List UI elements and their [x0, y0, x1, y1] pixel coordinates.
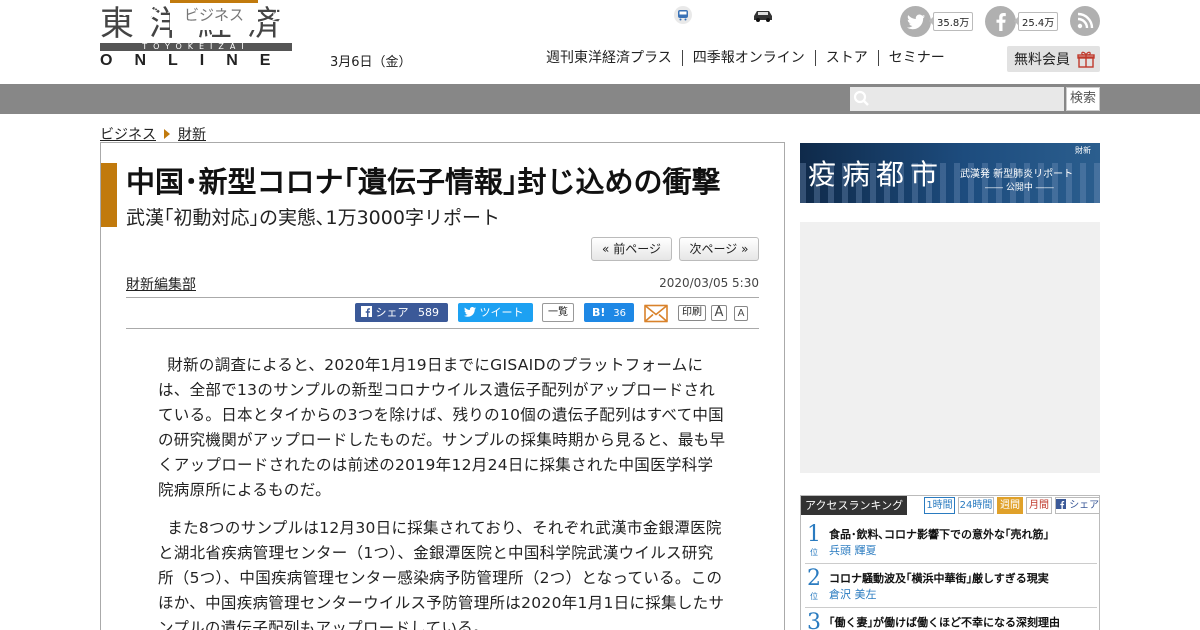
breadcrumb-caixin[interactable]: 財新	[178, 124, 206, 144]
rank-title[interactable]: コロナ騒動波及｢横浜中華街｣厳しすぎる現実	[829, 570, 1049, 586]
rank-number: 3	[807, 610, 821, 630]
facebook-icon	[361, 306, 372, 317]
divider	[126, 328, 759, 329]
article-subtitle: 武漢｢初動対応｣の実態､1万3000字リポート	[126, 207, 500, 229]
gift-icon	[1077, 51, 1095, 68]
train-icon	[674, 6, 692, 24]
top-link-weekly[interactable]: 週刊東洋経済プラス	[536, 50, 682, 66]
top-link-store[interactable]: ストア	[814, 50, 878, 66]
search-button[interactable]: 検索	[1066, 87, 1100, 111]
search-icon	[853, 90, 869, 106]
rank-unit: 位	[810, 592, 818, 601]
top-link-seminar[interactable]: セミナー	[877, 50, 955, 66]
logo-online: ONLINE	[100, 52, 293, 69]
ranking-tab-share-label: シェア	[1069, 500, 1100, 511]
free-member-label: 無料会員	[1014, 52, 1070, 68]
access-ranking: アクセスランキング 1時間 24時間 週間 月間 シェア 1 位 食品･飲料､コ…	[800, 495, 1100, 630]
nav-life[interactable]: ライフ	[603, 0, 648, 30]
rank-number: 2	[807, 566, 821, 591]
rank-title[interactable]: ｢働く妻｣が働けば働くほど不幸になる深刻理由	[829, 614, 1060, 630]
banner-status: ―― 公開中 ――	[985, 183, 1054, 193]
ranking-heading: アクセスランキング	[801, 496, 907, 515]
top-link-shikiho[interactable]: 四季報オンライン	[681, 50, 815, 66]
rank-author[interactable]: 倉沢 美左	[829, 586, 877, 602]
ranking-tab-1h[interactable]: 1時間	[924, 497, 955, 514]
twitter-icon[interactable]	[900, 6, 931, 37]
nav-top[interactable]: トップ	[113, 0, 158, 30]
special-report-banner[interactable]: 疫病都市 武漢発 新型肺炎リポート ―― 公開中 ―― 財新	[800, 143, 1100, 203]
article-paragraph: 財新の調査によると、2020年1月19日までにGISAIDのプラットフォームには…	[158, 356, 726, 499]
rank-unit: 位	[810, 548, 818, 557]
ranking-tab-share[interactable]: シェア	[1055, 497, 1100, 514]
hatena-count: 36	[613, 308, 626, 319]
article-paragraph: また8つのサンプルは12月30日に採集されており、それぞれ武漢市金銀潭医院と湖北…	[158, 519, 725, 630]
twitter-count: 35.8万	[928, 12, 974, 31]
mail-icon[interactable]	[644, 304, 668, 323]
breadcrumb-business[interactable]: ビジネス	[100, 124, 156, 144]
banner-tag: 財新	[1075, 146, 1091, 155]
banner-title: 疫病都市	[808, 158, 945, 191]
prev-page-button[interactable]: « 前ページ	[591, 237, 672, 261]
nav-market[interactable]: マーケット	[373, 0, 448, 30]
ranking-item[interactable]: 2 位 コロナ騒動波及｢横浜中華街｣厳しすぎる現実 倉沢 美左	[805, 564, 1097, 608]
rank-author[interactable]: 兵頭 輝夏	[829, 542, 877, 558]
next-page-button[interactable]: 次ページ »	[679, 237, 759, 261]
breadcrumb: ビジネス 財新	[100, 124, 206, 144]
nav-railway-label: 鉄道	[695, 6, 726, 24]
ranking-item[interactable]: 3 ｢働く妻｣が働けば働くほど不幸になる深刻理由	[805, 608, 1097, 630]
twitter-icon	[464, 307, 476, 317]
print-button[interactable]: 印刷	[678, 305, 706, 321]
ranking-item[interactable]: 1 位 食品･飲料､コロナ影響下での意外な｢売れ筋｣ 兵頭 輝夏	[805, 520, 1097, 564]
tweet-button[interactable]: ツイート	[458, 303, 533, 322]
ranking-tab-24h[interactable]: 24時間	[958, 497, 994, 514]
title-accent-bar	[101, 163, 117, 227]
ranking-tab-week[interactable]: 週間	[997, 497, 1023, 514]
rank-number: 1	[807, 522, 821, 547]
font-large-button[interactable]: A	[711, 305, 727, 321]
facebook-share-label: シェア	[375, 306, 409, 319]
facebook-share-button[interactable]: シェア 589	[355, 303, 448, 322]
rss-icon[interactable]	[1070, 6, 1100, 36]
nav-automobile[interactable]: 自動車	[752, 0, 822, 30]
breadcrumb-arrow-icon	[164, 129, 170, 139]
article-body: 財新の調査によると、2020年1月19日までにGISAIDのプラットフォームには…	[158, 353, 728, 630]
nav-railway[interactable]: 鉄道	[674, 0, 725, 30]
tweet-list-button[interactable]: 一覧	[542, 303, 574, 322]
free-member-button[interactable]: 無料会員	[1007, 46, 1100, 72]
logo-roman: TOYOKEIZAI	[142, 42, 250, 51]
twitter-follow[interactable]: 35.8万	[900, 6, 974, 37]
search-input[interactable]	[850, 87, 1064, 111]
current-date: 3月6日（金）	[330, 55, 412, 70]
banner-subtitle: 武漢発 新型肺炎リポート	[960, 169, 1074, 180]
divider	[126, 297, 759, 298]
font-small-button[interactable]: A	[734, 306, 748, 321]
tweet-label: ツイート	[479, 306, 524, 319]
ranking-tab-month[interactable]: 月間	[1026, 497, 1052, 514]
rank-title[interactable]: 食品･飲料､コロナ影響下での意外な｢売れ筋｣	[829, 526, 1049, 542]
facebook-share-count: 589	[418, 306, 439, 319]
hatena-bookmark-button[interactable]: B! 36	[584, 303, 634, 322]
top-links: 週刊東洋経済プラス 四季報オンライン ストア セミナー	[536, 50, 955, 66]
ad-slot	[800, 222, 1100, 473]
facebook-follow[interactable]: 25.4万	[985, 6, 1059, 37]
hatena-icon: B!	[592, 306, 606, 319]
nav-career-education[interactable]: キャリア・教育	[473, 0, 578, 30]
facebook-count: 25.4万	[1013, 12, 1059, 31]
nav-business[interactable]: ビジネス	[170, 0, 258, 30]
car-icon	[754, 11, 772, 22]
publish-date: 2020/03/05 5:30	[659, 276, 759, 290]
nav-automobile-label: 自動車	[777, 6, 823, 24]
article-author[interactable]: 財新編集部	[126, 274, 196, 294]
facebook-icon	[1056, 499, 1066, 509]
article-title: 中国･新型コロナ｢遺伝子情報｣封じ込めの衝撃	[126, 165, 721, 199]
article-panel: 中国･新型コロナ｢遺伝子情報｣封じ込めの衝撃 武漢｢初動対応｣の実態､1万300…	[100, 142, 785, 630]
share-bar: シェア 589 ツイート 一覧 B! 36 印刷 A A	[126, 303, 759, 325]
facebook-icon[interactable]	[985, 6, 1016, 37]
nav-politics-economy[interactable]: 政治・経済	[272, 0, 347, 30]
